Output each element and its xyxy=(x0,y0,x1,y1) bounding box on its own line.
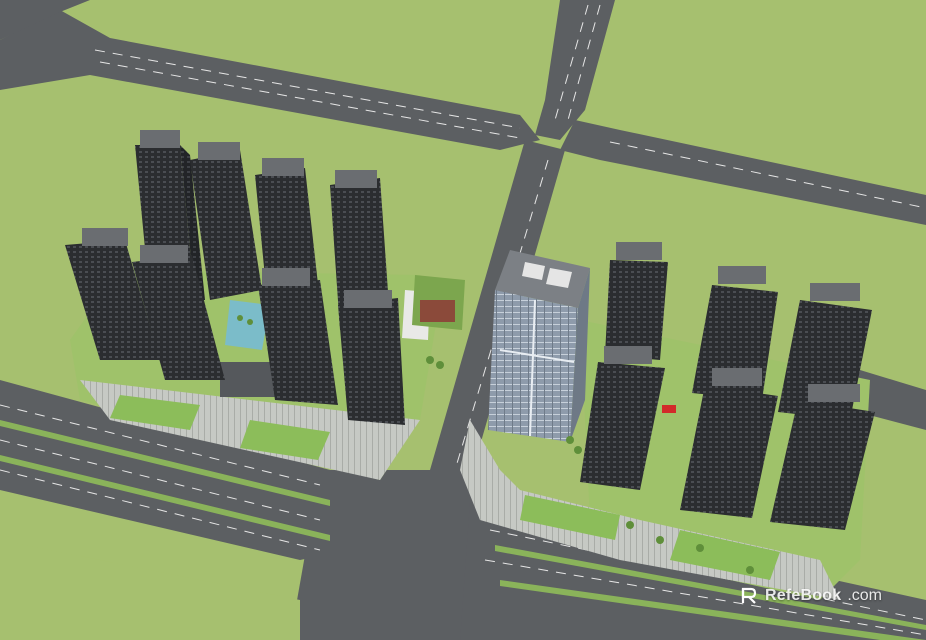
aerial-scene xyxy=(0,0,926,640)
watermark-brand: RefeBook xyxy=(765,587,842,604)
watermark: RefeBook .com xyxy=(739,586,882,606)
watermark-domain: .com xyxy=(847,587,882,604)
tower-L8 xyxy=(338,290,405,425)
office-tower xyxy=(488,250,590,442)
refebook-logo-icon xyxy=(741,587,757,604)
